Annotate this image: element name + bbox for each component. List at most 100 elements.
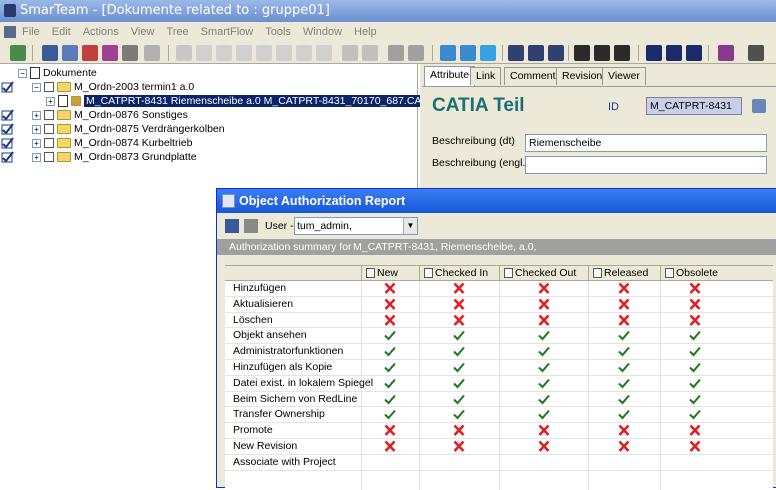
arc-icon[interactable]	[296, 45, 312, 61]
description-en-field[interactable]	[525, 156, 767, 174]
cross-icon	[689, 440, 701, 452]
tab-revision[interactable]: Revision	[556, 67, 609, 85]
column-header-released[interactable]: Released	[588, 266, 660, 281]
tree-item[interactable]: − M_Ordn-2003 termin1 a.0	[32, 80, 194, 94]
line-icon[interactable]	[256, 45, 272, 61]
table-row[interactable]: Beim Sichern von RedLine	[225, 392, 773, 408]
grid-icon[interactable]	[62, 45, 78, 61]
check-icon	[453, 347, 465, 357]
menu-tree[interactable]: Tree	[160, 22, 194, 42]
check-icon	[453, 394, 465, 405]
gear-icon[interactable]	[102, 45, 118, 61]
ellipse-icon[interactable]	[236, 45, 252, 61]
menu-help[interactable]: Help	[348, 22, 383, 42]
menu-tools[interactable]: Tools	[259, 22, 297, 42]
view-icon[interactable]	[42, 45, 58, 61]
pen-icon[interactable]	[388, 45, 404, 61]
cross-icon	[453, 298, 465, 310]
table-row[interactable]: Transfer Ownership	[225, 407, 773, 424]
zoom-fit-icon[interactable]	[548, 45, 564, 61]
cross-icon	[618, 424, 630, 437]
polyline-icon[interactable]	[276, 45, 292, 61]
book-icon[interactable]	[718, 45, 734, 61]
zoom-out-icon[interactable]	[528, 45, 544, 61]
color-icon[interactable]	[82, 45, 98, 61]
user-select[interactable]: tum_admin, ▼	[294, 217, 418, 235]
tree-root[interactable]: − Dokumente	[18, 66, 97, 80]
system-menu-icon[interactable]	[4, 26, 16, 38]
authorization-report-dialog: Object Authorization Report User - tum_a…	[216, 188, 776, 490]
table-row[interactable]: New Revision	[225, 439, 773, 455]
measure-icon[interactable]	[440, 45, 456, 61]
printer-icon[interactable]	[748, 45, 764, 61]
link-icon[interactable]	[342, 45, 358, 61]
tree-item[interactable]: + M_Ordn-0873 Grundplatte	[32, 150, 197, 164]
window-title: SmarTeam - [Dokumente related to : grupp…	[20, 3, 330, 18]
checkin-icon	[1, 123, 14, 135]
angle-icon[interactable]	[460, 45, 476, 61]
table-row[interactable]: Promote	[225, 423, 773, 439]
tab-viewer[interactable]: Viewer	[602, 67, 646, 85]
grid-view-icon[interactable]	[225, 219, 239, 233]
menu-edit[interactable]: Edit	[46, 22, 77, 42]
table-row[interactable]: Hinzufügen	[225, 281, 773, 297]
cross-icon	[384, 298, 396, 310]
column-header-checked-in[interactable]: Checked In	[419, 266, 499, 281]
id-field[interactable]: M_CATPRT-8431	[646, 97, 742, 115]
dialog-titlebar[interactable]: Object Authorization Report	[217, 189, 776, 213]
menu-view[interactable]: View	[125, 22, 161, 42]
brush-icon[interactable]	[408, 45, 424, 61]
stamp-icon[interactable]	[144, 45, 160, 61]
table-row[interactable]: Löschen	[225, 313, 773, 329]
chevron-down-icon[interactable]: ▼	[403, 218, 417, 234]
table-row[interactable]: Aktualisieren	[225, 297, 773, 313]
list-icon[interactable]	[122, 45, 138, 61]
column-header-obsolete[interactable]: Obsolete	[660, 266, 730, 281]
menu-actions[interactable]: Actions	[77, 22, 125, 42]
check-icon	[618, 331, 630, 341]
zoom-in-icon[interactable]	[508, 45, 524, 61]
circle-icon[interactable]	[216, 45, 232, 61]
rectangle-icon[interactable]	[196, 45, 212, 61]
check-icon	[537, 362, 550, 373]
permission-label: Associate with Project	[233, 455, 336, 468]
rotate-icon[interactable]	[480, 45, 496, 61]
tree-item-selected[interactable]: + M_CATPRT-8431 Riemenscheibe a.0 M_CATPR…	[46, 94, 449, 108]
export-icon[interactable]	[244, 219, 258, 233]
layout-cols-icon[interactable]	[666, 45, 682, 61]
table-row[interactable]: Hinzufügen als Kopie	[225, 360, 773, 376]
tree-item[interactable]: + M_Ordn-0876 Sonstiges	[32, 108, 188, 122]
curve-icon[interactable]	[316, 45, 332, 61]
check-icon	[537, 410, 550, 420]
column-header-checked-out[interactable]: Checked Out	[499, 266, 588, 281]
check-icon	[384, 410, 396, 420]
menu-window[interactable]: Window	[297, 22, 348, 42]
open-icon[interactable]	[10, 45, 26, 61]
state-icon	[366, 268, 375, 279]
cascade-icon[interactable]	[686, 45, 702, 61]
description-de-field[interactable]: Riemenscheibe	[525, 134, 767, 152]
folder-icon	[57, 152, 71, 163]
tree-item[interactable]: + M_Ordn-0875 Verdrängerkolben	[32, 122, 225, 136]
state-icon	[424, 268, 433, 279]
table-row[interactable]: Datei exist. in lokalem Spiegel	[225, 376, 773, 392]
pointer-icon[interactable]	[176, 45, 192, 61]
print-icon[interactable]	[614, 45, 630, 61]
tab-attribute[interactable]: Attribute	[424, 66, 476, 86]
tab-comment[interactable]: Comment	[504, 67, 562, 85]
tab-link[interactable]: Link	[470, 67, 502, 85]
properties-icon[interactable]	[594, 45, 610, 61]
table-row[interactable]: Associate with Project	[225, 455, 773, 471]
table-row[interactable]: Objekt ansehen	[225, 328, 773, 345]
lookup-icon[interactable]	[752, 99, 766, 113]
layout-rows-icon[interactable]	[646, 45, 662, 61]
document-icon	[30, 67, 40, 80]
menu-smartflow[interactable]: SmartFlow	[195, 22, 260, 42]
permission-label: Hinzufügen	[233, 282, 287, 294]
check-icon	[384, 362, 396, 373]
tree-item[interactable]: + M_Ordn-0874 Kurbeltrieb	[32, 136, 192, 150]
table-row[interactable]: Administratorfunktionen	[225, 344, 773, 360]
binoculars-icon[interactable]	[574, 45, 590, 61]
scissors-icon[interactable]	[362, 45, 378, 61]
column-header-new[interactable]: New	[361, 266, 419, 281]
